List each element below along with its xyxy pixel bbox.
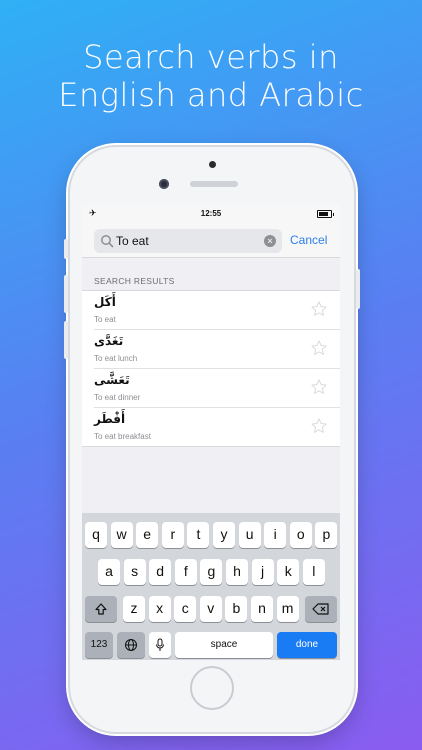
key-y[interactable]: y xyxy=(213,522,235,548)
headline: Search verbs in English and Arabic xyxy=(0,38,422,114)
key-w[interactable]: w xyxy=(110,522,133,548)
home-button[interactable] xyxy=(190,666,234,710)
front-camera xyxy=(159,179,169,189)
battery-icon xyxy=(317,210,334,218)
key-s[interactable]: s xyxy=(123,559,146,585)
globe-key[interactable] xyxy=(117,632,145,658)
verb-english: To eat xyxy=(94,315,116,324)
key-c[interactable]: c xyxy=(174,596,197,622)
key-d[interactable]: d xyxy=(149,559,172,585)
clear-search-icon[interactable]: × xyxy=(264,235,276,247)
shift-icon xyxy=(95,603,107,615)
headline-line-2: English and Arabic xyxy=(58,76,364,114)
star-icon[interactable] xyxy=(310,300,328,318)
numbers-key[interactable]: 123 xyxy=(85,632,113,658)
section-header: SEARCH RESULTS xyxy=(94,276,175,286)
microphone-key[interactable] xyxy=(149,632,171,658)
key-g[interactable]: g xyxy=(200,559,223,585)
key-a[interactable]: a xyxy=(98,559,120,585)
space-key[interactable]: space xyxy=(175,632,273,658)
list-item[interactable]: أَكَل To eat xyxy=(94,291,340,330)
key-x[interactable]: x xyxy=(148,596,171,622)
screen: ✈ 12:55 To eat × Cancel SEARCH RESULTS أ… xyxy=(82,205,340,660)
list-item[interactable]: تَغَدَّى To eat lunch xyxy=(94,330,340,369)
verb-arabic: تَعَشَّى xyxy=(94,373,130,387)
key-m[interactable]: m xyxy=(276,596,299,622)
key-r[interactable]: r xyxy=(161,522,184,548)
key-b[interactable]: b xyxy=(225,596,248,622)
key-n[interactable]: n xyxy=(251,596,273,622)
verb-english: To eat breakfast xyxy=(94,432,151,441)
shift-key[interactable] xyxy=(85,596,117,622)
star-icon[interactable] xyxy=(310,339,328,357)
volume-down-button xyxy=(64,321,68,359)
phone-frame: ✈ 12:55 To eat × Cancel SEARCH RESULTS أ… xyxy=(64,147,360,732)
backspace-icon xyxy=(312,603,329,615)
done-key[interactable]: done xyxy=(277,632,337,658)
key-t[interactable]: t xyxy=(187,522,210,548)
search-icon xyxy=(101,235,114,248)
results-area: SEARCH RESULTS أَكَل To eat تَغَدَّى To … xyxy=(82,258,340,513)
proximity-sensor xyxy=(209,161,216,168)
key-o[interactable]: o xyxy=(289,522,312,548)
volume-up-button xyxy=(64,275,68,313)
list-item[interactable]: أَفْطَر To eat breakfast xyxy=(94,408,340,446)
list-item[interactable]: تَعَشَّى To eat dinner xyxy=(94,369,340,408)
headline-line-1: Search verbs in xyxy=(83,38,339,76)
verb-arabic: تَغَدَّى xyxy=(94,334,124,348)
key-q[interactable]: q xyxy=(85,522,107,548)
key-z[interactable]: z xyxy=(123,596,145,622)
verb-english: To eat lunch xyxy=(94,354,138,363)
key-j[interactable]: j xyxy=(251,559,274,585)
key-f[interactable]: f xyxy=(174,559,197,585)
status-time: 12:55 xyxy=(200,209,222,218)
verb-english: To eat dinner xyxy=(94,393,141,402)
keyboard: 123 space done qwertyuiop asdfghjkl zxcvbn… xyxy=(82,513,340,660)
key-h[interactable]: h xyxy=(226,559,248,585)
key-e[interactable]: e xyxy=(136,522,159,548)
delete-key[interactable] xyxy=(305,596,337,622)
key-i[interactable]: i xyxy=(264,522,287,548)
globe-icon xyxy=(125,639,137,651)
key-u[interactable]: u xyxy=(238,522,261,548)
earpiece-speaker xyxy=(190,181,238,187)
key-v[interactable]: v xyxy=(199,596,222,622)
verb-arabic: أَفْطَر xyxy=(94,412,126,426)
star-icon[interactable] xyxy=(310,417,328,435)
verb-arabic: أَكَل xyxy=(94,295,116,309)
status-bar: ✈ 12:55 xyxy=(82,205,340,223)
search-bar: To eat × Cancel xyxy=(82,223,340,258)
key-k[interactable]: k xyxy=(277,559,300,585)
key-l[interactable]: l xyxy=(302,559,325,585)
mute-switch xyxy=(64,239,68,259)
microphone-icon xyxy=(156,638,164,651)
key-p[interactable]: p xyxy=(315,522,338,548)
cancel-button[interactable]: Cancel xyxy=(290,233,327,247)
star-icon[interactable] xyxy=(310,378,328,396)
search-query-text[interactable]: To eat xyxy=(116,234,149,248)
search-input[interactable]: To eat × xyxy=(94,229,282,253)
results-list: أَكَل To eat تَغَدَّى To eat lunch تَعَش… xyxy=(82,290,340,447)
power-button xyxy=(356,269,360,309)
